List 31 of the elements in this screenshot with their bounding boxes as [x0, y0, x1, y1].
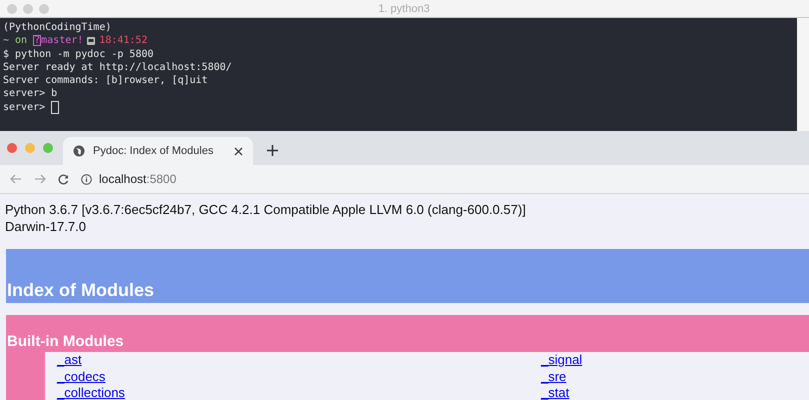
- version-text: Python 3.6.7 [v3.6.7:6ec5cf24b7, GCC 4.2.1 Compatible Apple LLVM 6.0 (clang-600.0.57)]: [5, 201, 527, 218]
- terminal-text: server> b: [3, 87, 58, 101]
- terminal-text: Server commands: [b]rowser, [q]uit: [3, 74, 208, 88]
- cursor: [51, 100, 60, 114]
- globe-icon: [73, 145, 85, 157]
- version-text: Darwin-17.7.0: [5, 218, 87, 235]
- terminal-text: (PythonCodingTime): [3, 21, 112, 34]
- clock-icon: [86, 36, 96, 46]
- module-link[interactable]: _signal: [541, 352, 582, 368]
- scrollbar[interactable]: [797, 18, 809, 131]
- module-link[interactable]: _codecs: [57, 368, 106, 385]
- module-link[interactable]: _ast: [57, 352, 82, 368]
- close-icon[interactable]: [234, 146, 243, 156]
- browser-tab[interactable]: Pydoc: Index of Modules: [63, 137, 253, 165]
- reload-icon[interactable]: [58, 174, 69, 184]
- section-title: Built-in Modules: [6, 332, 125, 352]
- terminal-text: $ python -m pydoc -p 5800: [3, 48, 154, 61]
- window-title: 1. python3: [378, 2, 431, 14]
- terminal-text: 18:41:52: [99, 34, 148, 48]
- terminal-text: server>: [3, 100, 46, 114]
- new-tab-icon[interactable]: [267, 145, 278, 156]
- terminal-text: master!: [41, 34, 84, 48]
- terminal-text: ~ on: [3, 34, 28, 48]
- back-icon[interactable]: [10, 174, 22, 184]
- module-link[interactable]: _stat: [541, 385, 570, 400]
- page-title: Index of Modules: [6, 280, 154, 302]
- forward-icon[interactable]: [34, 174, 46, 184]
- module-link[interactable]: _collections: [57, 385, 125, 400]
- module-link[interactable]: _sre: [541, 368, 566, 385]
- terminal-text: Server ready at http://localhost:5800/: [3, 60, 232, 74]
- info-icon: [81, 174, 92, 184]
